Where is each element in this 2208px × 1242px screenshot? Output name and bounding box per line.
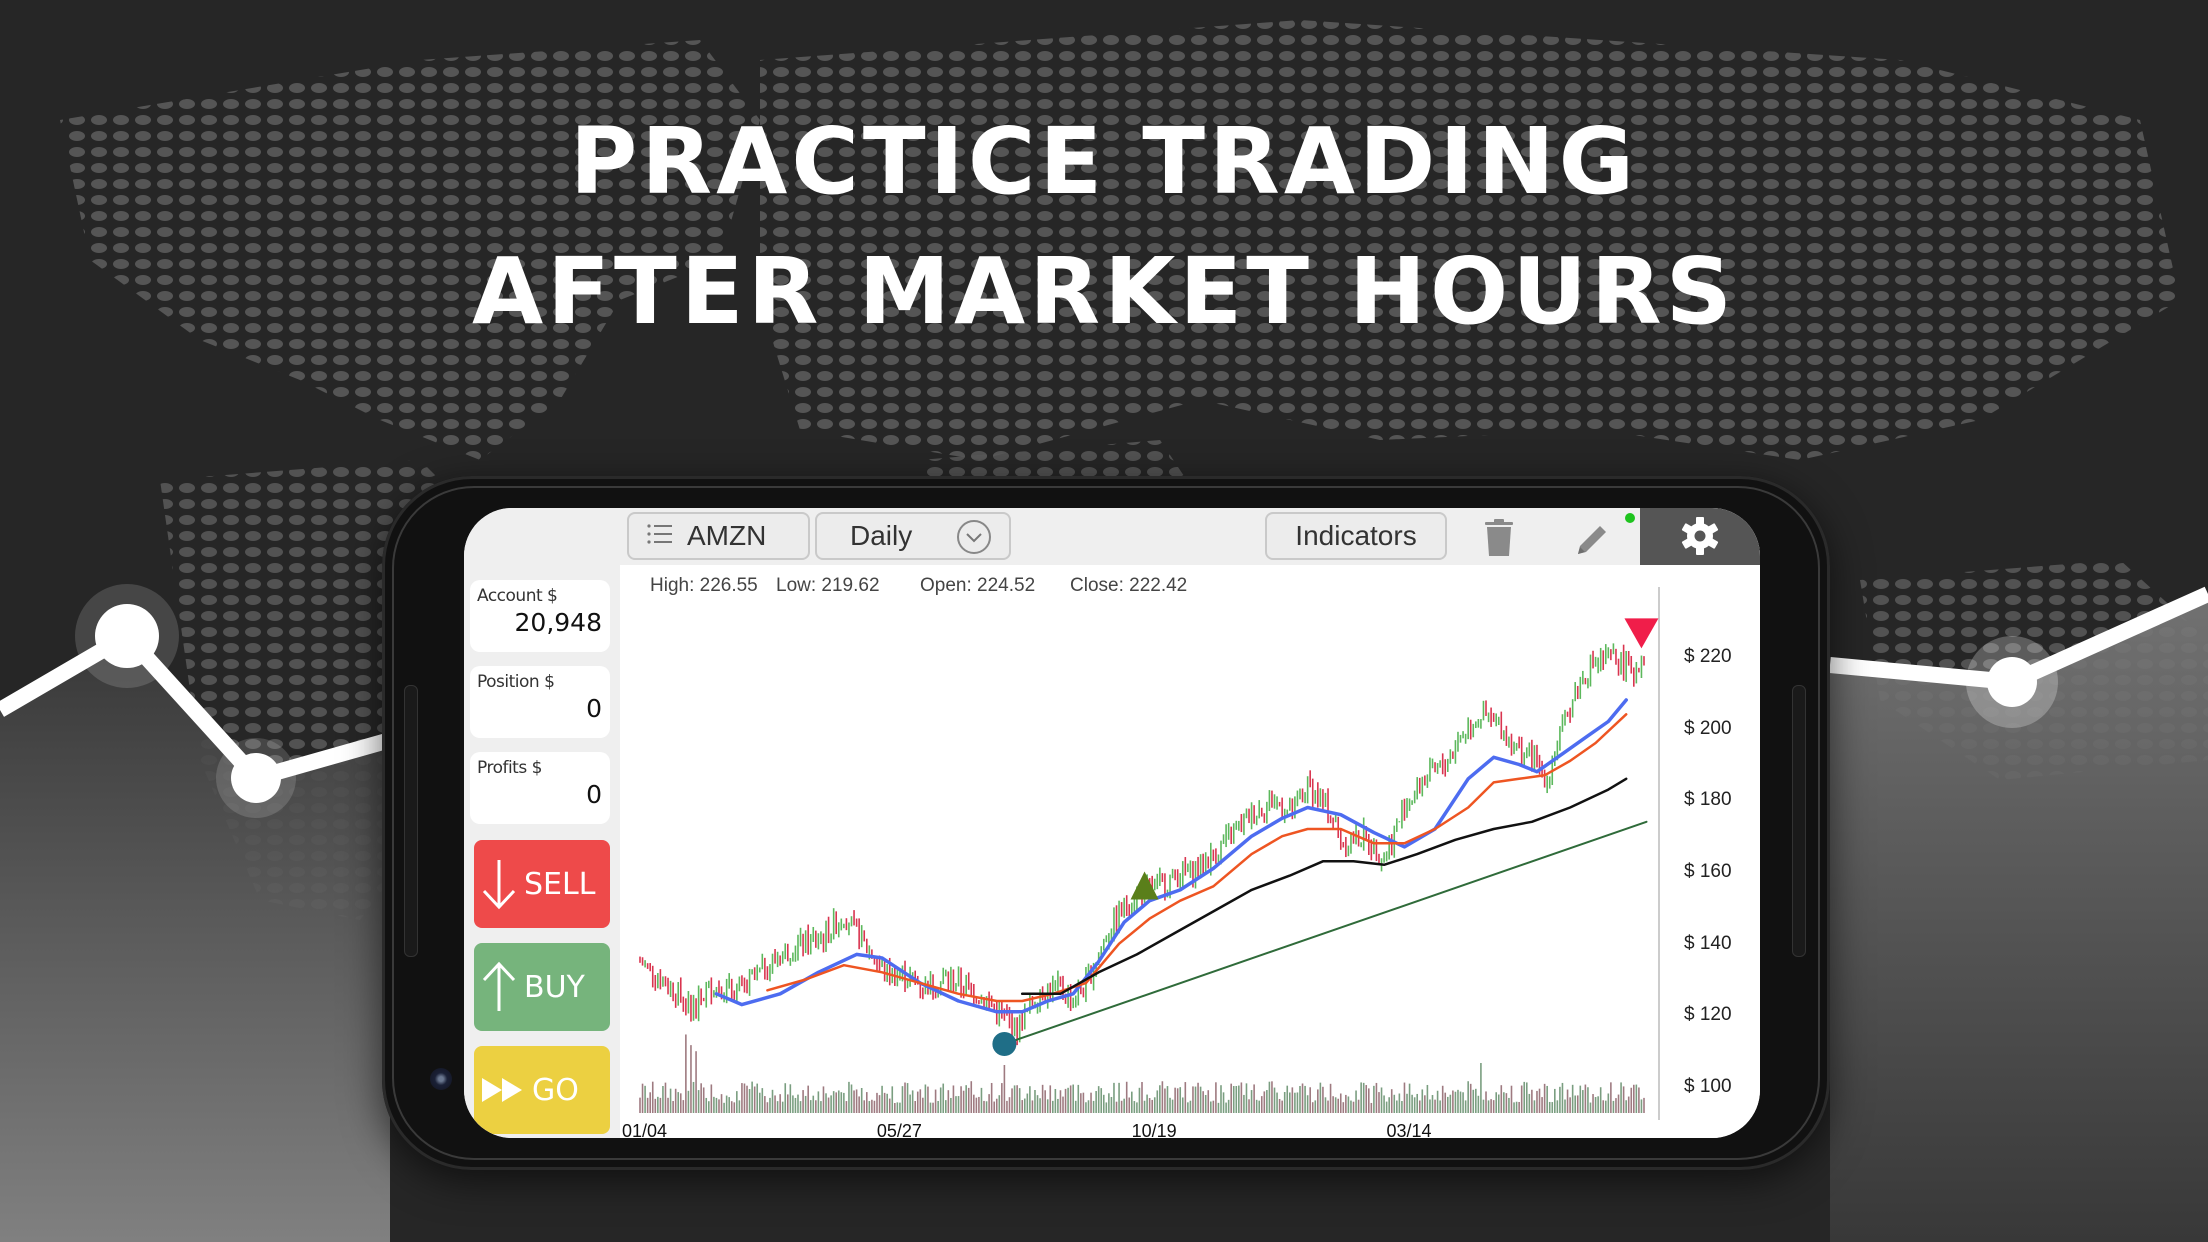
x-tick-label: 10/19 — [1131, 1121, 1177, 1138]
list-icon — [647, 520, 673, 552]
buy-button[interactable]: BUY — [474, 943, 610, 1031]
phone-camera — [430, 1068, 452, 1090]
indicator-lines — [714, 698, 1648, 1045]
account-panel: Account $ 20,948 Position $ 0 Profits $ … — [464, 565, 620, 1138]
position-value: 0 — [586, 694, 602, 723]
symbol-selector-button[interactable]: AMZN — [627, 512, 810, 560]
toolbar: AMZN Daily Indicators — [464, 508, 1760, 565]
y-tick-label: $ 140 — [1684, 932, 1732, 954]
phone-side-button-right — [1792, 685, 1806, 957]
x-tick-label: 01/04 — [622, 1121, 668, 1138]
period-dropdown[interactable]: Daily — [815, 512, 1011, 560]
signal-markers — [992, 618, 1659, 1056]
symbol-label: AMZN — [687, 520, 767, 551]
volume-bars — [639, 1034, 1645, 1113]
deco-node-right — [1987, 657, 2037, 707]
buy-label: BUY — [524, 969, 585, 1005]
status-dot — [1625, 513, 1635, 523]
arrow-up-icon — [480, 961, 518, 1013]
sell-button[interactable]: SELL — [474, 840, 610, 928]
profits-value: 0 — [586, 780, 602, 809]
headline-line-1: PRACTICE TRADING — [569, 108, 1639, 215]
sell-label: SELL — [524, 866, 596, 902]
chevron-down-icon — [957, 520, 991, 554]
phone-side-button-left — [404, 685, 418, 957]
y-tick-label: $ 180 — [1684, 789, 1732, 811]
y-tick-label: $ 160 — [1684, 861, 1732, 882]
indicators-label: Indicators — [1295, 520, 1417, 551]
y-tick-label: $ 200 — [1684, 717, 1732, 739]
x-tick-label: 05/27 — [876, 1121, 922, 1138]
fast-forward-icon — [480, 1075, 526, 1105]
indicators-button[interactable]: Indicators — [1265, 512, 1447, 560]
pencil-icon[interactable] — [1572, 520, 1612, 565]
y-tick-label: $ 100 — [1684, 1076, 1732, 1097]
app-screen: AMZN Daily Indicators Account $ 20,948 P… — [464, 508, 1760, 1138]
y-tick-label: $ 120 — [1684, 1004, 1732, 1026]
account-value: 20,948 — [514, 608, 602, 637]
sell-signal-icon — [1624, 618, 1659, 649]
x-tick-label: 03/14 — [1386, 1121, 1432, 1138]
y-tick-label: $ 220 — [1684, 646, 1732, 667]
arrow-down-icon — [480, 858, 518, 910]
headline-line-2: AFTER MARKET HOURS — [471, 238, 1737, 345]
position-label: Position $ — [477, 672, 555, 692]
price-chart[interactable]: High: 226.55 Low: 219.62 Open: 224.52 Cl… — [620, 565, 1760, 1138]
period-label: Daily — [850, 520, 913, 551]
profits-label: Profits $ — [477, 758, 542, 778]
go-label: GO — [532, 1072, 579, 1108]
trend-anchor-dot — [992, 1032, 1017, 1056]
deco-node-left-2 — [231, 753, 281, 803]
deco-node-left-1 — [95, 604, 159, 668]
chart-canvas — [639, 587, 1660, 1120]
go-button[interactable]: GO — [474, 1046, 610, 1134]
trash-icon[interactable] — [1482, 518, 1516, 563]
gear-icon — [1680, 516, 1720, 561]
position-card: Position $ 0 — [470, 666, 610, 738]
profits-card: Profits $ 0 — [470, 752, 610, 824]
series-trend-line — [1003, 820, 1648, 1045]
series-fast-ma — [714, 698, 1628, 1014]
account-card: Account $ 20,948 — [470, 580, 610, 652]
settings-button[interactable] — [1640, 508, 1760, 565]
account-label: Account $ — [477, 586, 558, 606]
